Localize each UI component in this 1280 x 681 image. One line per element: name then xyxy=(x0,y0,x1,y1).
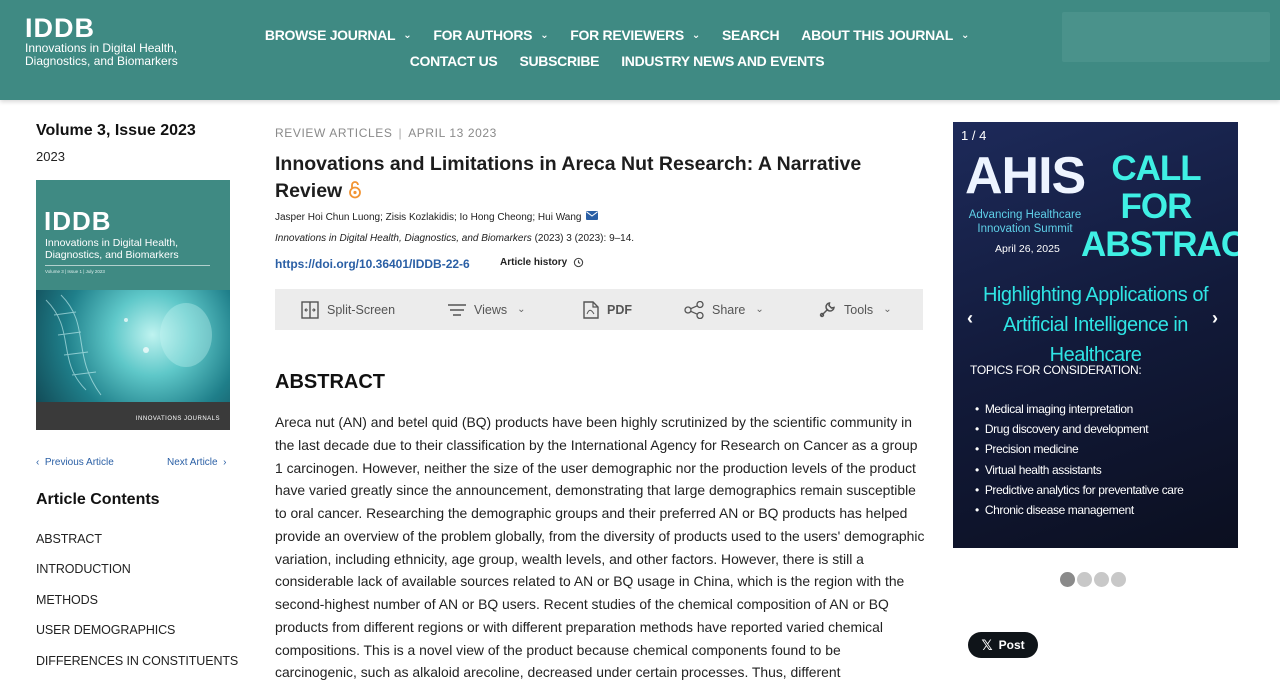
ad-date: April 26, 2025 xyxy=(995,243,1060,255)
cover-meta: Volume 3 | Issue 1 | July 2023 xyxy=(45,269,105,274)
nav-contact-us[interactable]: CONTACT US xyxy=(410,52,498,70)
logo-title: IDDB xyxy=(25,13,95,43)
article-history[interactable]: Article history xyxy=(500,257,584,268)
nav-browse-journal[interactable]: BROWSE JOURNAL ⌄ xyxy=(265,26,412,44)
split-screen-icon xyxy=(301,300,319,319)
article-meta: REVIEW ARTICLES | APRIL 13 2023 xyxy=(275,126,497,140)
cover-image xyxy=(36,290,230,402)
carousel-dot[interactable] xyxy=(1077,572,1092,587)
split-screen-button[interactable]: Split-Screen xyxy=(301,289,395,330)
article-contents-list: ABSTRACT INTRODUCTION METHODS USER DEMOG… xyxy=(36,532,238,681)
carousel-counter: 1 / 4 xyxy=(961,128,987,143)
ad-topics-title: TOPICS FOR CONSIDERATION: xyxy=(970,363,1142,377)
x-post-button[interactable]: 𝕏 Post xyxy=(968,632,1038,658)
x-logo-icon: 𝕏 xyxy=(981,636,993,653)
cover-subtitle: Innovations in Digital Health, Diagnosti… xyxy=(45,237,179,261)
share-icon xyxy=(684,300,704,319)
pdf-button[interactable]: PDF xyxy=(583,289,632,330)
meta-separator: | xyxy=(398,126,403,140)
views-dropdown[interactable]: Views ⌄ xyxy=(448,289,526,330)
wrench-icon xyxy=(819,301,835,317)
ad-ahis-logo: AHIS xyxy=(965,147,1086,205)
tools-dropdown[interactable]: Tools ⌄ xyxy=(818,289,892,330)
nav-about-journal[interactable]: ABOUT THIS JOURNAL ⌄ xyxy=(801,26,969,44)
open-access-icon xyxy=(348,180,362,207)
carousel-dot[interactable] xyxy=(1111,572,1126,587)
chevron-down-icon: ⌄ xyxy=(755,304,764,315)
ad-highlight: Highlighting Applications of Artificial … xyxy=(982,284,1209,366)
nav-for-reviewers[interactable]: FOR REVIEWERS ⌄ xyxy=(570,26,700,44)
toc-item-user-demographics[interactable]: USER DEMOGRAPHICS xyxy=(36,623,238,653)
chevron-down-icon: ⌄ xyxy=(517,304,526,315)
pdf-icon xyxy=(583,300,599,319)
article-citation: Innovations in Digital Health, Diagnosti… xyxy=(275,233,635,244)
carousel-prev-arrow[interactable]: ‹ xyxy=(967,308,973,329)
chevron-right-icon: › xyxy=(217,457,227,468)
site-header: IDDB Innovations in Digital Health, Diag… xyxy=(0,0,1280,100)
ad-topic-item: Drug discovery and development xyxy=(975,422,1183,442)
previous-article-link[interactable]: ‹ Previous Article xyxy=(36,457,114,468)
ad-call-for-abstracts: CALL FOR ABSTRACTS xyxy=(1081,149,1238,264)
abstract-heading: ABSTRACT xyxy=(275,371,385,393)
ad-topic-item: Predictive analytics for preventative ca… xyxy=(975,483,1184,503)
ad-topic-item: Precision medicine xyxy=(975,442,1183,462)
volume-title[interactable]: Volume 3, Issue 2023 xyxy=(36,122,196,140)
carousel-dot[interactable] xyxy=(1060,572,1075,587)
carousel-dots xyxy=(1060,572,1126,587)
article-title: Innovations and Limitations in Areca Nut… xyxy=(275,151,915,207)
cover-footer: INNOVATIONS JOURNALS xyxy=(36,402,230,430)
toc-item-abstract[interactable]: ABSTRACT xyxy=(36,532,238,562)
site-logo[interactable]: IDDB Innovations in Digital Health, Diag… xyxy=(25,14,178,68)
main-nav: BROWSE JOURNAL ⌄ FOR AUTHORS ⌄ FOR REVIEWE… xyxy=(222,26,1012,70)
carousel-next-arrow[interactable]: › xyxy=(1212,308,1218,329)
chevron-down-icon: ⌄ xyxy=(403,29,412,41)
chevron-down-icon: ⌄ xyxy=(961,29,970,41)
ad-topics-list: Medical imaging interpretation Drug disc… xyxy=(975,402,1184,523)
views-icon xyxy=(448,303,466,316)
nav-search[interactable]: SEARCH xyxy=(722,26,780,44)
cover-divider xyxy=(45,265,210,266)
next-article-link[interactable]: Next Article › xyxy=(167,457,226,468)
cover-title: IDDB xyxy=(44,206,112,236)
history-clock-icon xyxy=(574,257,584,268)
issue-cover[interactable]: IDDB Innovations in Digital Health, Diag… xyxy=(36,180,230,430)
volume-year: 2023 xyxy=(36,149,65,164)
chevron-left-icon: ‹ xyxy=(36,457,45,468)
article-doi-link[interactable]: https://doi.org/10.36401/IDDB-22-6 xyxy=(275,257,470,271)
chevron-down-icon: ⌄ xyxy=(691,29,700,41)
chevron-down-icon: ⌄ xyxy=(540,29,549,41)
nav-for-authors[interactable]: FOR AUTHORS ⌄ xyxy=(433,26,548,44)
toc-item-introduction[interactable]: INTRODUCTION xyxy=(36,562,238,592)
article-date: APRIL 13 2023 xyxy=(408,126,497,140)
ad-ahis-subtitle: Advancing Healthcare Innovation Summit xyxy=(968,209,1082,235)
logo-subtitle-line2: Diagnostics, and Biomarkers xyxy=(25,54,178,68)
share-dropdown[interactable]: Share ⌄ xyxy=(684,289,764,330)
ad-topic-item: Virtual health assistants xyxy=(975,463,1183,483)
cover-brand: INNOVATIONS JOURNALS xyxy=(135,416,220,422)
abstract-text: Areca nut (AN) and betel quid (BQ) produ… xyxy=(275,414,925,681)
article-toolbar: Split-Screen Views ⌄ PDF Share ⌄ Tools ⌄ xyxy=(275,289,923,330)
ad-carousel[interactable]: 1 / 4 AHIS Advancing Healthcare Innovati… xyxy=(953,122,1238,548)
toc-item-differences-in-constituents[interactable]: DIFFERENCES IN CONSTITUENTS xyxy=(36,654,238,681)
email-icon[interactable] xyxy=(586,211,599,223)
ad-topic-item: Chronic disease management xyxy=(975,503,1183,523)
chevron-down-icon: ⌄ xyxy=(883,304,892,315)
article-contents-title: Article Contents xyxy=(36,491,160,508)
toc-item-methods[interactable]: METHODS xyxy=(36,593,238,623)
carousel-dot[interactable] xyxy=(1094,572,1109,587)
nav-industry-news[interactable]: INDUSTRY NEWS AND EVENTS xyxy=(621,52,824,70)
article-authors[interactable]: Jasper Hoi Chun Luong; Zisis Kozlakidis;… xyxy=(275,211,599,223)
ad-topic-item: Medical imaging interpretation xyxy=(975,402,1183,422)
header-ad-placeholder[interactable] xyxy=(1062,12,1270,62)
nav-subscribe[interactable]: SUBSCRIBE xyxy=(519,52,599,70)
article-category[interactable]: REVIEW ARTICLES xyxy=(275,126,392,140)
